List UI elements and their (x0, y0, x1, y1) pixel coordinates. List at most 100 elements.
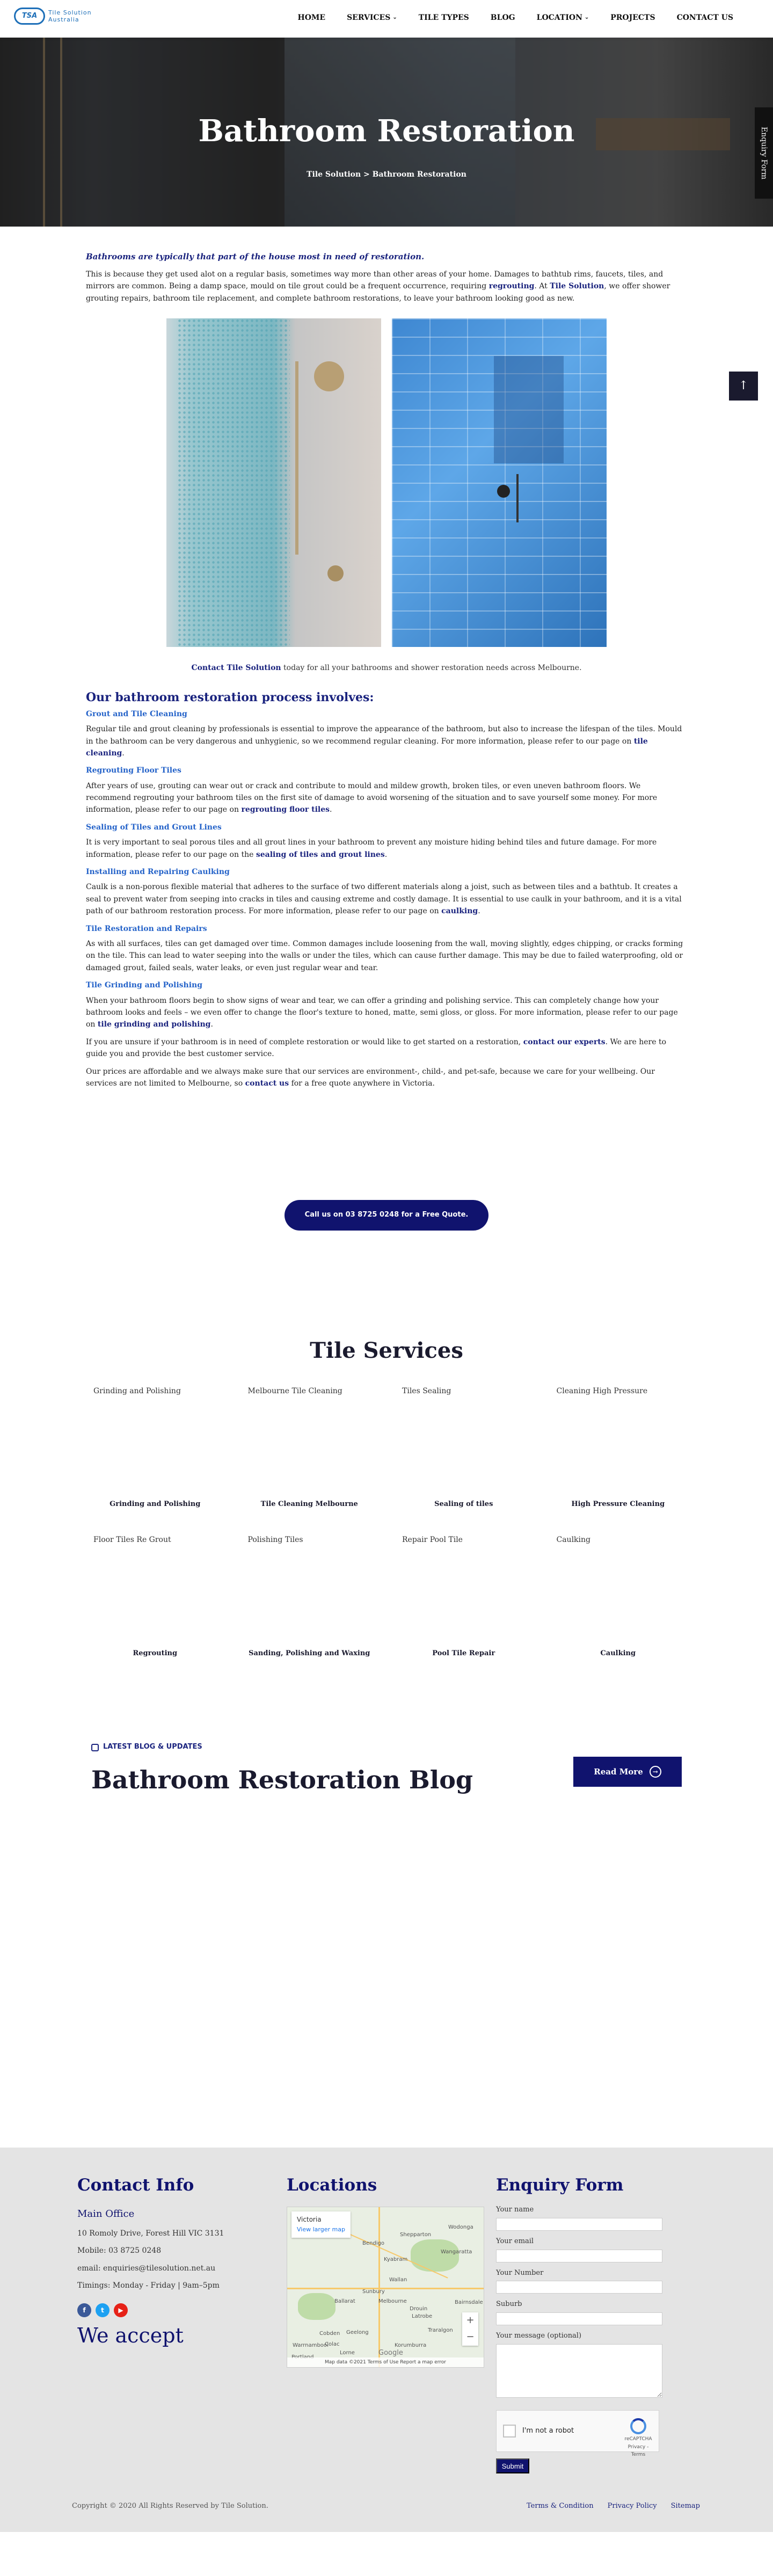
service-card-top-label[interactable]: Melbourne Tile Cleaning (235, 1385, 384, 1397)
service-card-top-label[interactable]: Floor Tiles Re Grout (81, 1534, 230, 1546)
main-nav: HOME SERVICES ⌄ TILE TYPES BLOG LOCATION ⌄… (287, 12, 744, 24)
shower-rail-shape (516, 474, 519, 523)
service-image[interactable] (235, 1546, 384, 1648)
service-image[interactable] (81, 1546, 230, 1648)
grinding-link[interactable]: tile grinding and polishing (98, 1020, 211, 1029)
location-map[interactable]: Victoria View larger map Bendigo Sheppar… (287, 2207, 484, 2368)
service-card-top-label[interactable]: Grinding and Polishing (81, 1385, 230, 1397)
nav-contact-label: CONTACT US (676, 13, 733, 22)
service-name[interactable]: Regrouting (81, 1648, 230, 1660)
logo-mark: TSA (14, 8, 45, 25)
nav-location[interactable]: LOCATION ⌄ (526, 12, 600, 24)
view-larger-map-link[interactable]: View larger map (297, 2225, 345, 2235)
nav-services-label: SERVICES (347, 13, 391, 22)
map-label: Bairnsdale (455, 2300, 483, 2306)
email-input[interactable] (496, 2249, 662, 2262)
caulking-link[interactable]: caulking (441, 907, 478, 915)
service-name[interactable]: High Pressure Cleaning (544, 1499, 693, 1510)
terms-link[interactable]: Terms & Condition (527, 2501, 594, 2512)
page-title: Bathroom Restoration (198, 113, 575, 149)
grout-cleaning-heading: Grout and Tile Cleaning (86, 709, 187, 718)
footer-locations: Locations Victoria View larger map Bendi… (287, 2172, 485, 2368)
recaptcha-checkbox[interactable] (503, 2425, 516, 2438)
service-image[interactable] (81, 1397, 230, 1499)
service-card-top-label[interactable]: Tiles Sealing (389, 1385, 538, 1397)
call-quote-button[interactable]: Call us on 03 8725 0248 for a Free Quote… (284, 1200, 489, 1231)
enquiry-form-tab[interactable]: Enquiry Form (755, 107, 773, 199)
service-name[interactable]: Sanding, Polishing and Waxing (235, 1648, 384, 1660)
nav-blog[interactable]: BLOG (480, 12, 526, 24)
service-card-top-label[interactable]: Repair Pool Tile (389, 1534, 538, 1546)
regrouting-link[interactable]: regrouting (489, 282, 535, 290)
contact-info-title: Contact Info (77, 2175, 194, 2195)
service-name[interactable]: Caulking (544, 1648, 693, 1660)
site-footer: Contact Info Main Office 10 Romoly Drive… (0, 2148, 773, 2533)
nav-tile-types[interactable]: TILE TYPES (408, 12, 480, 24)
read-more-button[interactable]: Read More → (573, 1757, 682, 1787)
we-accept-title: We accept (77, 2324, 184, 2348)
name-input[interactable] (496, 2217, 662, 2231)
service-image[interactable] (544, 1546, 693, 1648)
youtube-icon[interactable]: ▶ (114, 2303, 128, 2318)
locations-title: Locations (287, 2175, 377, 2195)
suburb-input[interactable] (496, 2312, 662, 2326)
sealing-text: It is very important to seal porous tile… (86, 838, 657, 859)
logo-title: Tile Solution (48, 9, 92, 16)
service-card-top-label[interactable]: Caulking (544, 1534, 693, 1546)
number-input[interactable] (496, 2281, 662, 2294)
logo-subtitle: Australia (48, 16, 79, 23)
unsure-text: If you are unsure if your bathroom is in… (86, 1036, 687, 1060)
tile-solution-link[interactable]: Tile Solution (550, 282, 604, 290)
submit-button[interactable]: Submit (496, 2458, 529, 2474)
service-image[interactable] (389, 1397, 538, 1499)
twitter-icon[interactable]: t (96, 2303, 110, 2318)
breadcrumb[interactable]: Tile Solution > Bathroom Restoration (0, 169, 773, 180)
service-name[interactable]: Pool Tile Repair (389, 1648, 538, 1660)
service-image[interactable] (389, 1546, 538, 1648)
hero-banner: Bathroom Restoration Tile Solution > Bat… (0, 38, 773, 227)
nav-contact-us[interactable]: CONTACT US (666, 12, 744, 24)
map-label: Wangaratta (441, 2249, 472, 2255)
sealing-link[interactable]: sealing of tiles and grout lines (256, 850, 385, 859)
mobile[interactable]: Mobile: 03 8725 0248 (77, 2245, 254, 2257)
contact-tile-solution-link[interactable]: Contact Tile Solution (191, 664, 281, 672)
sitemap-link[interactable]: Sitemap (671, 2501, 700, 2512)
nav-services[interactable]: SERVICES ⌄ (336, 12, 408, 24)
shower-mosaic-photo (166, 318, 381, 647)
recaptcha-brand: reCAPTCHA (624, 2436, 652, 2442)
site-logo[interactable]: TSA Tile Solution Australia (14, 8, 92, 25)
zoom-in-icon[interactable]: + (466, 2313, 474, 2328)
message-label: Your message (optional) (496, 2332, 582, 2340)
zoom-out-icon[interactable]: − (466, 2330, 474, 2345)
recaptcha-links[interactable]: Privacy - Terms (623, 2443, 653, 2459)
services-title: Tile Services (310, 1338, 463, 1364)
map-label: Wodonga (448, 2224, 473, 2231)
service-image[interactable] (235, 1397, 384, 1499)
contact-experts-link[interactable]: contact our experts (523, 1038, 606, 1046)
contact-callout: Contact Tile Solution today for all your… (86, 662, 687, 674)
facebook-icon[interactable]: f (77, 2303, 91, 2318)
regrouting-body: After years of use, grouting can wear ou… (86, 781, 658, 814)
map-place-name: Victoria (297, 2216, 322, 2224)
service-name[interactable]: Grinding and Polishing (81, 1499, 230, 1510)
service-name[interactable]: Sealing of tiles (389, 1499, 538, 1510)
contact-us-link[interactable]: contact us (245, 1079, 289, 1088)
regrouting-floor-tiles-link[interactable]: regrouting floor tiles (241, 805, 330, 814)
grinding-text: When your bathroom floors begin to show … (86, 996, 678, 1029)
map-label: Warrnambool (293, 2342, 329, 2349)
name-label: Your name (496, 2206, 534, 2214)
main-office-label: Main Office (77, 2208, 135, 2220)
service-card-top-label[interactable]: Polishing Tiles (235, 1534, 384, 1546)
service-name[interactable]: Tile Cleaning Melbourne (235, 1499, 384, 1510)
privacy-link[interactable]: Privacy Policy (608, 2501, 657, 2512)
nav-projects[interactable]: PROJECTS (600, 12, 666, 24)
service-image[interactable] (544, 1397, 693, 1499)
message-textarea[interactable] (496, 2344, 662, 2398)
regrouting-heading: Regrouting Floor Tiles (86, 766, 181, 775)
nav-projects-label: PROJECTS (610, 13, 655, 22)
social-links: f t ▶ (77, 2303, 254, 2318)
nav-home[interactable]: HOME (287, 12, 336, 24)
email[interactable]: email: enquiries@tilesolution.net.au (77, 2262, 254, 2274)
scroll-to-top-button[interactable]: ↑ (729, 372, 758, 401)
service-card-top-label[interactable]: Cleaning High Pressure (544, 1385, 693, 1397)
